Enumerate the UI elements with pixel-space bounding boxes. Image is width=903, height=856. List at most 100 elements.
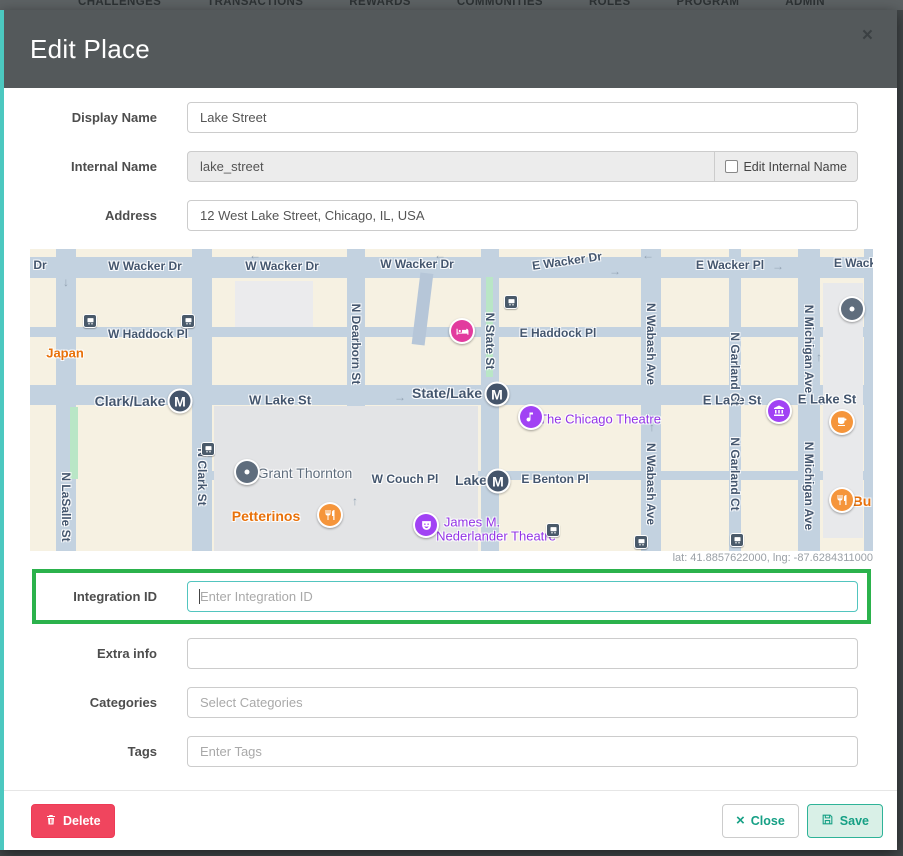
map-block	[70, 407, 78, 479]
direction-arrow-icon: ←	[434, 249, 446, 262]
restaurant-icon-glyph	[319, 504, 341, 526]
pin-icon-glyph	[236, 461, 258, 483]
categories-row: Categories	[30, 687, 858, 718]
direction-arrow-icon: ↑	[352, 494, 358, 508]
categories-input[interactable]	[187, 687, 858, 718]
map-canvas[interactable]: DrW Wacker DrW Wacker DrW Wacker DrE Wac…	[30, 249, 873, 551]
address-label: Address	[30, 208, 157, 223]
bus-stop-icon	[546, 523, 560, 537]
map-street-label: N State St	[483, 313, 497, 370]
museum-icon-glyph	[768, 400, 790, 422]
metro-station-icon: M	[168, 389, 193, 414]
music-icon	[518, 404, 544, 430]
map-street-label: State/Lake	[412, 385, 482, 401]
hotel-icon	[449, 318, 475, 344]
bus-stop-icon	[83, 314, 97, 328]
internal-name-row: Internal Name Edit Internal Name	[30, 151, 858, 182]
direction-arrow-icon: ↑	[649, 420, 655, 434]
close-button-label: Close	[751, 814, 785, 828]
cafe-icon-glyph	[831, 411, 853, 433]
modal-footer: Delete × Close Save	[4, 790, 897, 850]
delete-button-label: Delete	[63, 814, 101, 828]
map-street-label: E Haddock Pl	[520, 326, 597, 340]
integration-id-input[interactable]	[187, 581, 858, 612]
integration-id-row: Integration ID	[36, 573, 867, 620]
background-navbar: CHALLENGESTRANSACTIONSREWARDSCOMMUNITIES…	[0, 0, 903, 10]
nav-item: ROLES	[589, 0, 631, 6]
masks-icon-glyph	[415, 514, 437, 536]
map-street-label: W Wacker Dr	[108, 259, 182, 273]
metro-station-icon: M	[486, 469, 511, 494]
direction-arrow-icon: ↑	[816, 350, 822, 364]
map-coordinates: lat: 41.8857622000, lng: -87.6284311000	[4, 552, 873, 566]
nav-item: CHALLENGES	[78, 0, 161, 6]
direction-arrow-icon: →	[609, 264, 621, 278]
museum-icon	[766, 398, 792, 424]
music-icon-glyph	[520, 406, 542, 428]
map-street-label: E Benton Pl	[521, 472, 588, 486]
save-button[interactable]: Save	[807, 804, 883, 838]
map-poi-label: Nederlander Theatre	[436, 529, 556, 544]
map-poi-label: Bu	[853, 493, 872, 509]
map-street-label: E Lake St	[798, 392, 857, 407]
highlight-annotation: Integration ID	[32, 569, 871, 624]
text-caret	[199, 589, 200, 604]
map-street-label: N Wabash Ave	[644, 443, 658, 525]
close-button[interactable]: × Close	[722, 804, 799, 838]
tags-input[interactable]	[187, 736, 858, 767]
direction-arrow-icon: ↓	[63, 275, 69, 289]
close-icon[interactable]: ×	[862, 26, 873, 45]
tags-label: Tags	[30, 744, 157, 759]
map-poi-label: Japan	[46, 346, 84, 361]
bus-stop-icon	[634, 535, 648, 549]
direction-arrow-icon: ←	[249, 249, 261, 262]
direction-arrow-icon: →	[772, 259, 784, 273]
map-street-label: Clark/Lake	[95, 393, 166, 409]
floppy-icon	[821, 813, 834, 829]
map-street-label: Dr	[33, 258, 46, 272]
edit-internal-name-addon: Edit Internal Name	[715, 151, 858, 182]
modal-title: Edit Place	[30, 34, 150, 65]
modal-header: Edit Place ×	[4, 10, 897, 88]
map-poi-label: Petterinos	[232, 508, 300, 524]
map-block	[235, 281, 313, 327]
bus-stop-icon	[504, 295, 518, 309]
map-street-label: N Dearborn St	[349, 304, 363, 385]
pin-icon	[234, 459, 260, 485]
modal-body: Display Name Internal Name Edit Internal…	[4, 88, 897, 767]
display-name-input[interactable]	[187, 102, 858, 133]
map-street-label: E Wacker Pl	[696, 258, 764, 272]
restaurant-icon-glyph	[831, 489, 853, 511]
edit-internal-name-label: Edit Internal Name	[743, 160, 847, 174]
categories-label: Categories	[30, 695, 157, 710]
save-button-label: Save	[840, 814, 869, 828]
map-street-label: Lake	[455, 472, 487, 488]
map-poi-label: The Chicago Theatre	[539, 412, 661, 427]
trash-icon	[45, 813, 57, 829]
address-input[interactable]	[187, 200, 858, 231]
tags-row: Tags	[30, 736, 858, 767]
map-poi-label: James M.	[444, 515, 500, 530]
map-street-label: W Haddock Pl	[108, 327, 188, 341]
map-street-label: N Wabash Ave	[644, 303, 658, 385]
cafe-icon	[829, 409, 855, 435]
extra-info-input[interactable]	[187, 638, 858, 669]
map-street-label: N Garland Ct	[728, 332, 742, 405]
edit-internal-name-checkbox[interactable]	[725, 160, 738, 173]
pin-icon-glyph	[841, 298, 863, 320]
internal-name-input	[187, 151, 715, 182]
map-street-label: N Clark St	[195, 448, 209, 505]
map-street-label: N Garland Ct	[728, 437, 742, 510]
extra-info-row: Extra info	[30, 638, 858, 669]
nav-item: PROGRAM	[677, 0, 740, 6]
bus-stop-icon	[181, 314, 195, 328]
address-row: Address	[30, 200, 858, 231]
map-street-label: N Michigan Ave	[802, 305, 816, 393]
nav-item: TRANSACTIONS	[207, 0, 303, 6]
restaurant-icon	[317, 502, 343, 528]
map-poi-label: Grant Thornton	[258, 465, 353, 481]
delete-button[interactable]: Delete	[31, 804, 115, 838]
map-road	[192, 249, 212, 551]
map-street-label: E Wacker Pl	[834, 256, 873, 270]
nav-item: COMMUNITIES	[457, 0, 543, 6]
